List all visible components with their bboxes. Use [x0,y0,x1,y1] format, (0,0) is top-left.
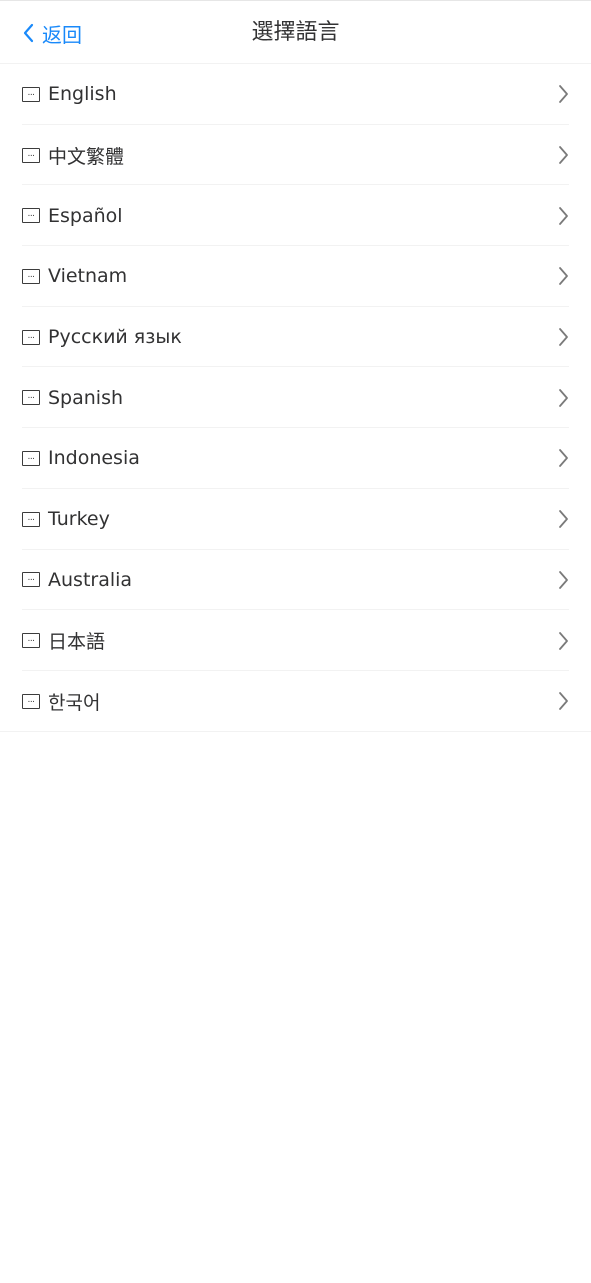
back-label: 返回 [42,22,82,47]
language-label: 한국어 [48,691,101,714]
flag-placeholder-icon: ... [22,268,40,284]
chevron-right-icon [559,388,568,407]
language-item-vietnam[interactable]: ... Vietnam [0,246,591,307]
chevron-right-icon [559,631,568,650]
flag-placeholder-icon: ... [22,390,40,406]
flag-placeholder-icon: ... [22,208,40,224]
language-label: 中文繁體 [48,145,125,168]
language-item-indonesia[interactable]: ... Indonesia [0,428,591,489]
language-label: English [48,83,117,106]
language-label: Indonesia [48,447,140,470]
nav-bar: 返回 選擇語言 [0,0,591,64]
language-item-russian[interactable]: ... Русский язык [0,307,591,368]
language-label: Русский язык [48,326,182,349]
language-item-turkey[interactable]: ... Turkey [0,489,591,550]
language-item-espanol[interactable]: ... Español [0,185,591,246]
language-label: Español [48,204,123,227]
chevron-right-icon [559,267,568,286]
page-title: 選擇語言 [251,20,340,45]
chevron-right-icon [559,510,568,529]
chevron-right-icon [559,449,568,468]
language-item-japanese[interactable]: ... 日本語 [0,610,591,671]
chevron-right-icon [559,206,568,225]
language-item-english[interactable]: ... English [0,64,591,125]
language-label: Australia [48,568,133,591]
flag-placeholder-icon: ... [22,511,40,527]
language-label: Vietnam [48,265,128,288]
flag-placeholder-icon: ... [22,693,40,709]
flag-placeholder-icon: ... [22,450,40,466]
language-item-australia[interactable]: ... Australia [0,550,591,611]
language-item-korean[interactable]: ... 한국어 [0,671,591,732]
flag-placeholder-icon: ... [22,147,40,163]
language-list: ... English ... 中文繁體 ... Español ... Vie… [0,64,591,732]
flag-placeholder-icon: ... [22,633,40,649]
chevron-right-icon [559,570,568,589]
language-item-spanish[interactable]: ... Spanish [0,367,591,428]
chevron-right-icon [559,85,568,104]
flag-placeholder-icon: ... [22,572,40,588]
flag-placeholder-icon: ... [22,86,40,102]
language-label: Turkey [48,508,110,531]
language-label: Spanish [48,386,124,409]
chevron-right-icon [559,146,568,164]
chevron-right-icon [559,328,568,346]
chevron-left-icon [23,23,34,43]
language-item-traditional-chinese[interactable]: ... 中文繁體 [0,125,591,186]
chevron-right-icon [559,692,568,711]
back-button[interactable]: 返回 [22,1,82,65]
language-label: 日本語 [48,631,106,654]
flag-placeholder-icon: ... [22,329,40,345]
